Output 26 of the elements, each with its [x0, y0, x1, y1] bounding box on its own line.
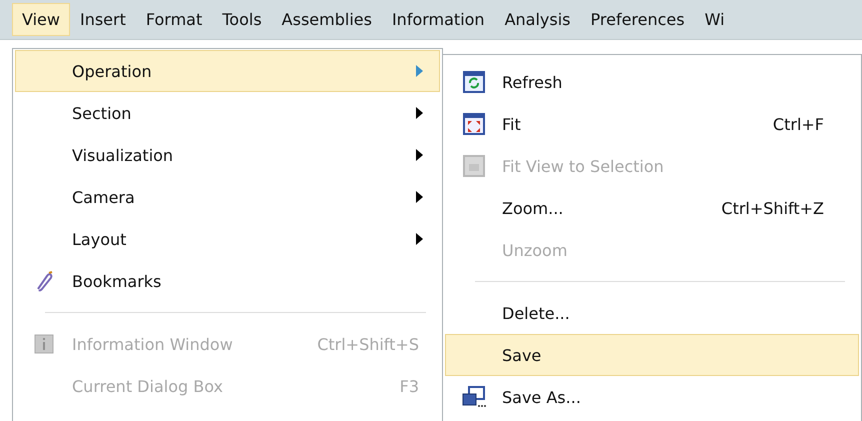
menu-item[interactable]: Section — [15, 92, 440, 134]
menu-bar-item[interactable]: Format — [136, 3, 212, 36]
menu-bar-item[interactable]: Information — [382, 3, 495, 36]
menu-item[interactable]: Operation — [15, 50, 440, 92]
menu-bar-item[interactable]: Wi — [694, 3, 735, 36]
menu-item[interactable]: Visualization — [15, 134, 440, 176]
menu-item[interactable]: Save As... — [445, 376, 859, 418]
menu-item[interactable]: Zoom... Ctrl+Shift+Z — [445, 187, 859, 229]
menu-item[interactable]: Fit Ctrl+F — [445, 103, 859, 145]
menu-item[interactable]: Delete... — [445, 292, 859, 334]
menu-item[interactable]: Layout — [15, 218, 440, 260]
menu-bar-item[interactable]: Tools — [212, 3, 272, 36]
menu-bar-item[interactable]: Analysis — [494, 3, 580, 36]
menu-bar-item[interactable]: Insert — [70, 3, 136, 36]
menu-item[interactable]: Camera — [15, 176, 440, 218]
menu-bar-item[interactable]: Assemblies — [272, 3, 382, 36]
menu-bar-item[interactable]: Preferences — [580, 3, 695, 36]
fit-selection-icon — [463, 155, 485, 177]
fit-icon — [463, 113, 485, 135]
info-icon — [34, 334, 54, 354]
menu-item[interactable]: Save — [445, 334, 859, 376]
menu-item[interactable]: Refresh — [445, 61, 859, 103]
windows-icon — [462, 386, 486, 408]
menu-bar-item[interactable]: View — [12, 3, 70, 36]
refresh-icon — [463, 71, 485, 93]
menu-item[interactable]: Bookmarks — [15, 260, 440, 302]
